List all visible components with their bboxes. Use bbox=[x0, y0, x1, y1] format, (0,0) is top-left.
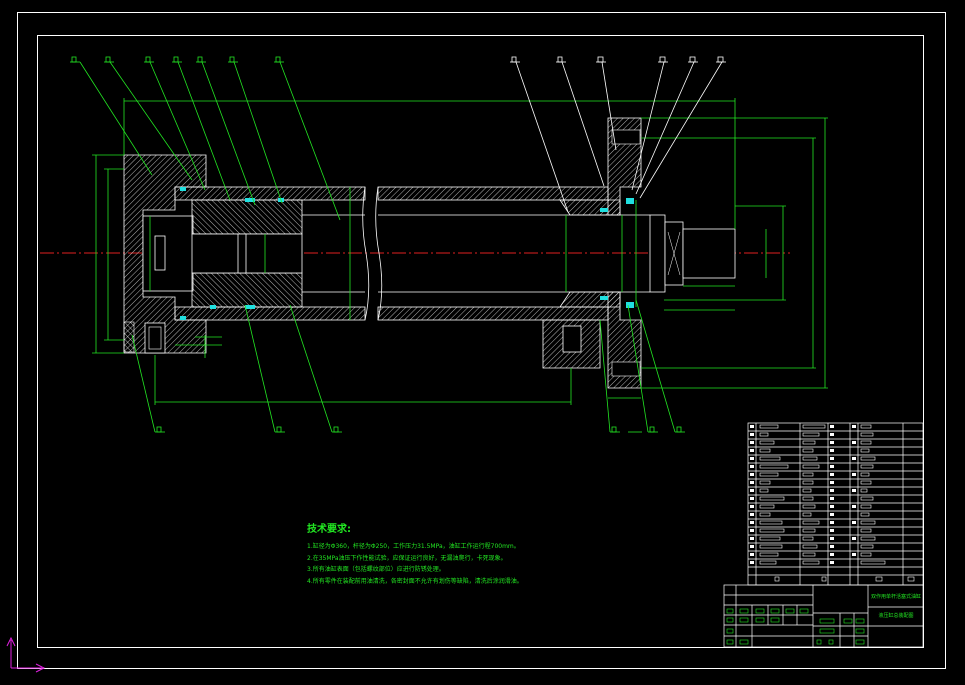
drawing-name: 双作用单杆活塞式油缸 bbox=[871, 594, 922, 600]
title-block-cells bbox=[726, 608, 865, 645]
requirement-line-1: 1.缸径为Φ360，杆径为Φ250，工作压力31.5MPa，油缸工作运行程700… bbox=[307, 543, 520, 550]
ucs-icon bbox=[6, 636, 46, 673]
technical-requirements-title: 技术要求: bbox=[307, 524, 351, 535]
requirement-line-3: 3.所有油缸表面（包括螺纹部位）应进行防锈处理。 bbox=[307, 566, 445, 573]
requirement-line-2: 2.在35MPa油压下作性能试验，应保证运行良好，无漏油爬行，卡死现象。 bbox=[307, 554, 507, 562]
requirement-line-4: 4.所有零件在装配前用油清洗，各密封面不允许有划伤等缺陷，清洗后涂润滑油。 bbox=[307, 577, 523, 585]
technical-requirements: 技术要求: 1.缸径为Φ360，杆径为Φ250，工作压力31.5MPa，油缸工作… bbox=[307, 520, 523, 587]
part-label: 液压缸总装配图 bbox=[878, 613, 914, 619]
